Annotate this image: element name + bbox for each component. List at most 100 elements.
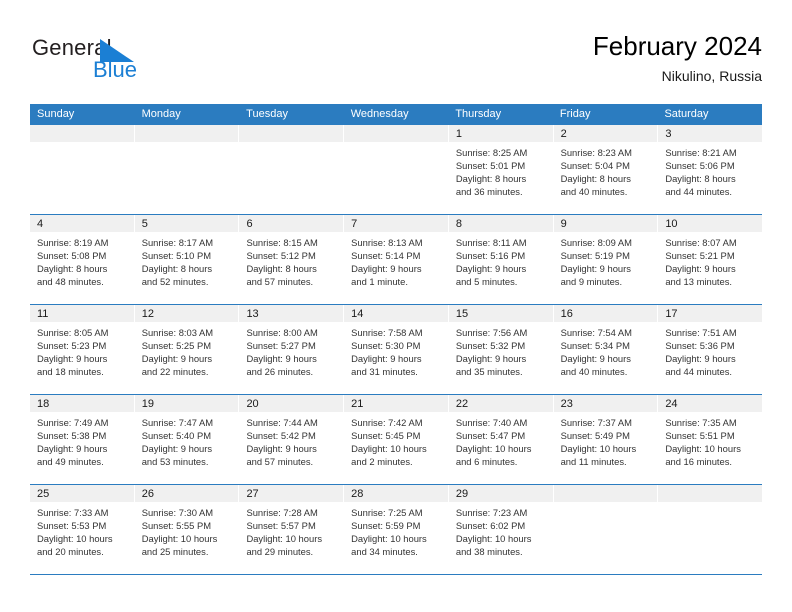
calendar-day-cell[interactable]: 20 Sunrise: 7:44 AM Sunset: 5:42 PM Dayligh… <box>239 395 345 484</box>
calendar-day-cell[interactable]: 2 Sunrise: 8:23 AM Sunset: 5:04 PM Daylight… <box>553 125 659 214</box>
day-details <box>658 502 762 506</box>
sunset-text: Sunset: 5:19 PM <box>560 250 630 262</box>
daylight-text-cont: and 22 minutes. <box>141 366 209 378</box>
sunrise-text: Sunrise: 7:40 AM <box>455 417 528 428</box>
daylight-text-cont: and 5 minutes. <box>455 276 518 288</box>
sunset-text: Sunset: 5:45 PM <box>351 430 421 442</box>
sunset-text: Sunset: 5:04 PM <box>560 160 630 172</box>
day-details: Sunrise: 8:11 AM Sunset: 5:16 PM Daylight:… <box>449 232 553 288</box>
day-number-band: 8 <box>448 215 553 232</box>
location-subtitle: Nikulino, Russia <box>661 68 762 84</box>
calendar-day-cell[interactable]: 27 Sunrise: 7:28 AM Sunset: 5:57 PM Dayligh… <box>239 485 345 574</box>
daylight-text-cont: and 38 minutes. <box>455 546 523 558</box>
calendar-day-cell[interactable]: 7 Sunrise: 8:13 AM Sunset: 5:14 PM Daylight… <box>344 215 449 304</box>
sunrise-text: Sunrise: 8:09 AM <box>560 237 632 248</box>
calendar-week-row: 18 Sunrise: 7:49 AM Sunset: 5:38 PM Dayligh… <box>30 395 763 485</box>
calendar-day-cell[interactable]: 11 Sunrise: 8:05 AM Sunset: 5:23 PM Dayligh… <box>30 305 135 394</box>
calendar-day-cell[interactable]: 12 Sunrise: 8:03 AM Sunset: 5:25 PM Dayligh… <box>134 305 240 394</box>
brand-logo[interactable]: General Blue <box>32 36 172 92</box>
calendar-day-cell[interactable]: 5 Sunrise: 8:17 AM Sunset: 5:10 PM Daylight… <box>134 215 240 304</box>
day-number: 10 <box>665 218 678 230</box>
day-number: 6 <box>246 218 253 230</box>
sunset-text: Sunset: 5:01 PM <box>455 160 526 172</box>
calendar-day-cell[interactable]: 13 Sunrise: 8:00 AM Sunset: 5:27 PM Dayligh… <box>239 305 345 394</box>
calendar-page: General Blue February 2024 Nikulino, Rus… <box>0 0 792 612</box>
calendar-day-cell[interactable]: 9 Sunrise: 8:09 AM Sunset: 5:19 PM Daylight… <box>553 215 659 304</box>
day-number-band <box>553 485 658 502</box>
daylight-text: Daylight: 10 hours <box>455 533 532 545</box>
daylight-text-cont: and 20 minutes. <box>37 546 104 558</box>
day-number: 4 <box>37 218 44 230</box>
day-details: Sunrise: 7:23 AM Sunset: 6:02 PM Daylight:… <box>449 502 553 558</box>
sunset-text: Sunset: 5:51 PM <box>665 430 735 442</box>
calendar-day-cell[interactable]: 26 Sunrise: 7:30 AM Sunset: 5:55 PM Dayligh… <box>134 485 240 574</box>
day-number: 15 <box>455 308 469 320</box>
daylight-text: Daylight: 9 hours <box>141 443 213 455</box>
calendar-day-cell[interactable]: 15 Sunrise: 7:56 AM Sunset: 5:32 PM Dayligh… <box>448 305 554 394</box>
calendar-day-cell[interactable]: 14 Sunrise: 7:58 AM Sunset: 5:30 PM Dayligh… <box>344 305 449 394</box>
sunrise-text: Sunrise: 7:28 AM <box>246 507 318 518</box>
calendar-day-cell[interactable]: 3 Sunrise: 8:21 AM Sunset: 5:06 PM Daylight… <box>658 125 763 214</box>
sunset-text: Sunset: 5:06 PM <box>665 160 735 172</box>
calendar-day-cell[interactable]: 28 Sunrise: 7:25 AM Sunset: 5:59 PM Dayligh… <box>344 485 449 574</box>
calendar-day-cell[interactable]: 8 Sunrise: 8:11 AM Sunset: 5:16 PM Daylight… <box>448 215 554 304</box>
calendar-day-cell[interactable]: 18 Sunrise: 7:49 AM Sunset: 5:38 PM Dayligh… <box>30 395 135 484</box>
calendar-week-row: 25 Sunrise: 7:33 AM Sunset: 5:53 PM Dayligh… <box>30 485 763 575</box>
sunrise-text: Sunrise: 7:37 AM <box>560 417 632 428</box>
sunset-text: Sunset: 5:47 PM <box>455 430 526 442</box>
calendar-day-cell-empty <box>239 125 345 214</box>
day-number: 20 <box>246 398 259 410</box>
day-number-band <box>658 485 763 502</box>
day-number: 12 <box>141 308 154 320</box>
calendar-day-cell[interactable]: 22 Sunrise: 7:40 AM Sunset: 5:47 PM Dayligh… <box>448 395 554 484</box>
daylight-text-cont: and 31 minutes. <box>351 366 418 378</box>
daylight-text: Daylight: 8 hours <box>141 263 213 275</box>
day-number: 13 <box>246 308 259 320</box>
sunset-text: Sunset: 5:10 PM <box>141 250 212 262</box>
day-details: Sunrise: 7:49 AM Sunset: 5:38 PM Daylight:… <box>30 412 134 468</box>
day-number-band: 21 <box>344 395 448 412</box>
sunrise-text: Sunrise: 8:07 AM <box>665 237 737 248</box>
daylight-text: Daylight: 9 hours <box>665 353 736 365</box>
calendar-day-cell[interactable]: 16 Sunrise: 7:54 AM Sunset: 5:34 PM Dayligh… <box>553 305 659 394</box>
sunrise-text: Sunrise: 7:25 AM <box>351 507 423 518</box>
day-details: Sunrise: 7:44 AM Sunset: 5:42 PM Daylight:… <box>239 412 343 468</box>
day-number: 16 <box>560 308 573 320</box>
day-details <box>344 142 448 146</box>
calendar-grid: Sunday Monday Tuesday Wednesday Thursday Frid… <box>30 104 763 575</box>
sunset-text: Sunset: 5:23 PM <box>37 340 107 352</box>
day-number: 18 <box>37 398 50 410</box>
day-details: Sunrise: 8:03 AM Sunset: 5:25 PM Daylight:… <box>135 322 239 378</box>
calendar-day-cell[interactable]: 10 Sunrise: 8:07 AM Sunset: 5:21 PM Dayligh… <box>658 215 763 304</box>
day-details: Sunrise: 7:37 AM Sunset: 5:49 PM Daylight:… <box>554 412 658 468</box>
sunrise-text: Sunrise: 8:15 AM <box>246 237 318 248</box>
daylight-text-cont: and 9 minutes. <box>560 276 623 288</box>
calendar-weeks: 1 Sunrise: 8:25 AM Sunset: 5:01 PM Daylight… <box>30 125 763 575</box>
sunrise-text: Sunrise: 8:13 AM <box>351 237 423 248</box>
calendar-day-cell[interactable]: 1 Sunrise: 8:25 AM Sunset: 5:01 PM Daylight… <box>448 125 554 214</box>
daylight-text: Daylight: 10 hours <box>37 533 113 545</box>
calendar-day-cell[interactable]: 23 Sunrise: 7:37 AM Sunset: 5:49 PM Dayligh… <box>553 395 659 484</box>
calendar-day-cell[interactable]: 25 Sunrise: 7:33 AM Sunset: 5:53 PM Dayligh… <box>30 485 135 574</box>
calendar-day-cell[interactable]: 6 Sunrise: 8:15 AM Sunset: 5:12 PM Daylight… <box>239 215 345 304</box>
calendar-day-cell[interactable]: 19 Sunrise: 7:47 AM Sunset: 5:40 PM Dayligh… <box>134 395 240 484</box>
day-number-band <box>344 125 448 142</box>
calendar-day-cell[interactable]: 24 Sunrise: 7:35 AM Sunset: 5:51 PM Dayligh… <box>658 395 763 484</box>
daylight-text-cont: and 6 minutes. <box>455 456 518 468</box>
weekday-header-friday: Friday <box>559 108 591 120</box>
day-details: Sunrise: 7:28 AM Sunset: 5:57 PM Daylight:… <box>239 502 343 558</box>
calendar-day-cell[interactable]: 4 Sunrise: 8:19 AM Sunset: 5:08 PM Daylight… <box>30 215 135 304</box>
calendar-day-cell[interactable]: 29 Sunrise: 7:23 AM Sunset: 6:02 PM Dayligh… <box>448 485 554 574</box>
daylight-text: Daylight: 9 hours <box>246 443 317 455</box>
sunrise-text: Sunrise: 8:23 AM <box>560 147 632 158</box>
day-number-band: 12 <box>134 305 239 322</box>
sunrise-text: Sunrise: 7:47 AM <box>141 417 214 428</box>
calendar-day-cell[interactable]: 21 Sunrise: 7:42 AM Sunset: 5:45 PM Dayligh… <box>344 395 449 484</box>
day-number-band: 27 <box>239 485 344 502</box>
day-details: Sunrise: 7:25 AM Sunset: 5:59 PM Daylight:… <box>344 502 448 558</box>
daylight-text-cont: and 36 minutes. <box>455 186 523 198</box>
day-number: 7 <box>351 218 358 230</box>
day-number-band: 7 <box>344 215 448 232</box>
calendar-day-cell[interactable]: 17 Sunrise: 7:51 AM Sunset: 5:36 PM Dayligh… <box>658 305 763 394</box>
day-details: Sunrise: 8:05 AM Sunset: 5:23 PM Daylight:… <box>30 322 134 378</box>
